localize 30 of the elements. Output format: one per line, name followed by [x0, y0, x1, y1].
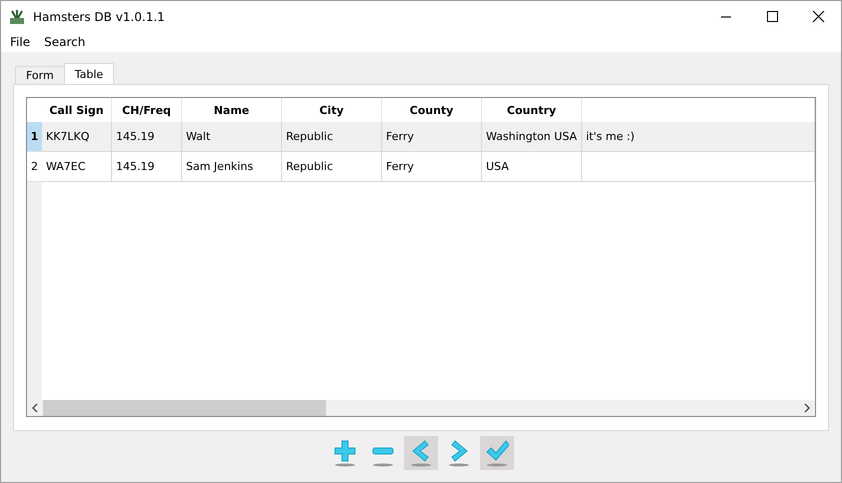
table-cell: Sam Jenkins: [182, 152, 282, 182]
table-cell: it's me :): [582, 122, 815, 152]
add-icon: [333, 439, 357, 467]
menu-item[interactable]: Search: [37, 35, 92, 49]
right-chevron-icon: [447, 439, 471, 467]
table-cell: Ferry: [382, 152, 482, 182]
toolbar-button[interactable]: [480, 436, 514, 470]
row-header[interactable]: 1: [27, 122, 42, 152]
tab[interactable]: Table: [64, 63, 114, 84]
row-header[interactable]: 2: [27, 152, 42, 182]
app-icon: [9, 8, 25, 24]
checkmark-icon: [485, 439, 509, 467]
corner-cell[interactable]: [27, 98, 42, 122]
table-cell: Washington USA: [482, 122, 582, 152]
toolbar-button[interactable]: [404, 436, 438, 470]
table-cell: 145.19: [112, 122, 182, 152]
left-chevron-icon: [409, 439, 433, 467]
table-cell: Walt: [182, 122, 282, 152]
table-cell: WA7EC: [42, 152, 112, 182]
tab[interactable]: Form: [15, 66, 65, 84]
table-cell: Republic: [282, 152, 382, 182]
table-cell: Republic: [282, 122, 382, 152]
scrollbar-thumb[interactable]: [43, 400, 326, 416]
table-cell: USA: [482, 152, 582, 182]
table-cell: KK7LKQ: [42, 122, 112, 152]
menu-item[interactable]: File: [3, 35, 38, 49]
horizontal-scrollbar[interactable]: [27, 400, 815, 416]
window-title: Hamsters DB v1.0.1.1: [33, 10, 165, 24]
table-cell: 145.19: [112, 152, 182, 182]
table-cell: Ferry: [382, 122, 482, 152]
